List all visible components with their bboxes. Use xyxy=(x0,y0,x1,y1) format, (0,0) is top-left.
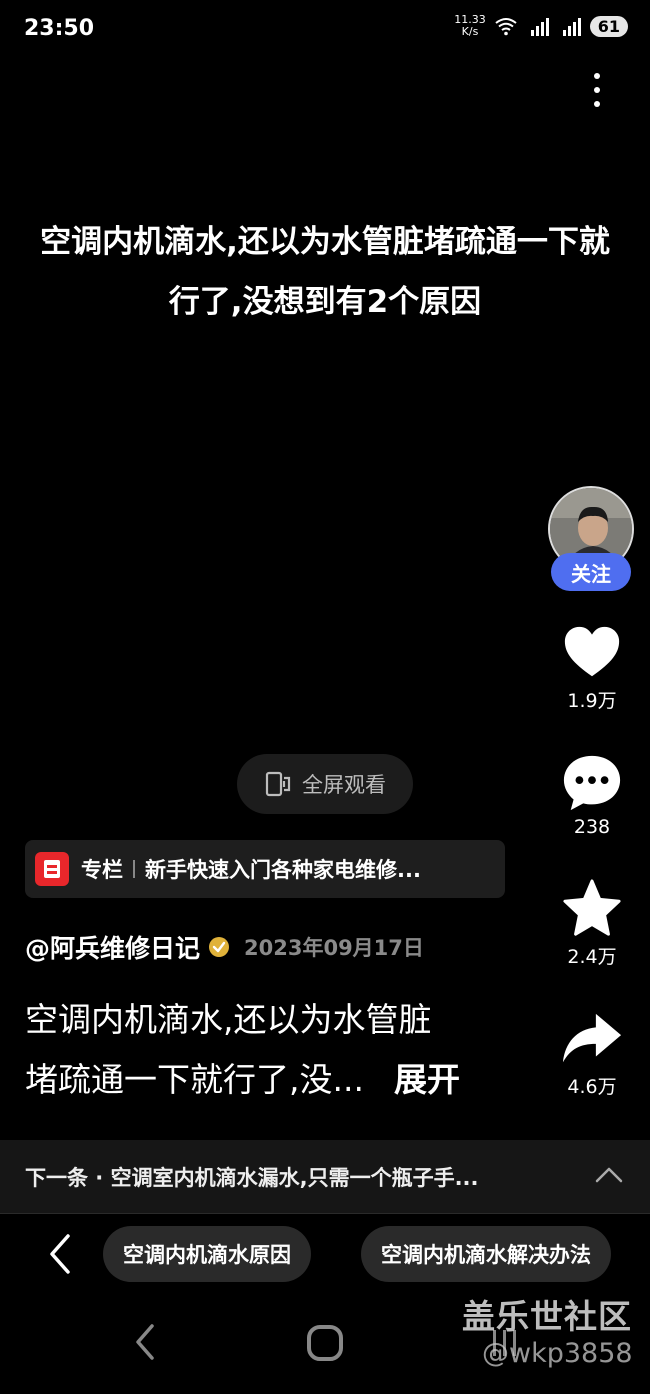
nav-back-icon[interactable] xyxy=(130,1322,160,1362)
next-video-text: 下一条 · 空调室内机滴水漏水,只需一个瓶子手... xyxy=(25,1165,479,1190)
watermark-title: 盖乐世社区 xyxy=(462,1297,632,1336)
favorite-button[interactable]: 2.4万 xyxy=(550,878,634,969)
nav-home-icon[interactable] xyxy=(307,1325,343,1361)
next-video-bar[interactable]: 下一条 · 空调室内机滴水漏水,只需一个瓶子手... xyxy=(0,1140,650,1214)
column-divider xyxy=(133,860,135,878)
battery-indicator: 61 xyxy=(589,15,628,37)
share-button[interactable]: 4.6万 xyxy=(550,1008,634,1099)
more-dot-icon xyxy=(594,87,600,93)
status-icons: 11.33 K/s 61 xyxy=(454,14,628,38)
chevron-up-icon[interactable] xyxy=(594,1164,624,1186)
more-dot-icon xyxy=(594,101,600,107)
status-time: 23:50 xyxy=(24,16,95,41)
author-row: @阿兵维修日记 2023年09月17日 xyxy=(25,927,424,967)
video-title: 空调内机滴水,还以为水管脏堵疏通一下就行了,没想到有2个原因 xyxy=(40,224,610,320)
video-description: 空调内机滴水,还以为水管脏 堵疏通一下就行了,没... 展开 xyxy=(25,990,545,1110)
signal-5g-icon xyxy=(562,18,581,36)
status-bar: 23:50 11.33 K/s 61 xyxy=(0,0,650,60)
more-options-button[interactable] xyxy=(580,68,614,112)
expand-button[interactable]: 展开 xyxy=(394,1050,460,1110)
description-line: 空调内机滴水,还以为水管脏 xyxy=(25,1000,432,1039)
favorite-count: 2.4万 xyxy=(567,946,617,968)
author-name[interactable]: @阿兵维修日记 xyxy=(25,929,200,965)
search-chip[interactable]: 空调内机滴水原因 xyxy=(103,1226,311,1282)
like-count: 1.9万 xyxy=(567,690,617,712)
comment-button[interactable]: 238 xyxy=(550,752,634,838)
search-chip[interactable]: 空调内机滴水解决办法 xyxy=(361,1226,611,1282)
fullscreen-icon xyxy=(265,771,291,797)
net-speed: 11.33 K/s xyxy=(454,13,486,38)
fullscreen-button[interactable]: 全屏观看 xyxy=(237,754,413,814)
column-book-icon xyxy=(35,852,69,886)
share-count: 4.6万 xyxy=(567,1076,617,1098)
back-arrow-icon[interactable] xyxy=(44,1232,78,1276)
fullscreen-label: 全屏观看 xyxy=(302,773,386,797)
column-label: 专栏 xyxy=(81,858,123,882)
more-dot-icon xyxy=(594,73,600,79)
verified-badge-icon xyxy=(209,937,230,957)
star-icon xyxy=(563,879,621,936)
column-title: 新手快速入门各种家电维修... xyxy=(145,858,421,882)
heart-icon xyxy=(564,626,620,677)
comment-icon xyxy=(563,755,621,811)
post-date: 2023年09月17日 xyxy=(244,936,424,960)
follow-button[interactable]: 关注 xyxy=(551,553,631,591)
signal-4g-icon xyxy=(530,18,549,36)
comment-count: 238 xyxy=(573,816,611,838)
share-arrow-icon xyxy=(562,1013,622,1063)
like-button[interactable]: 1.9万 xyxy=(550,622,634,713)
watermark-user: @wkp3858 xyxy=(482,1338,633,1369)
description-line-2: 堵疏通一下就行了,没... 展开 xyxy=(25,1050,545,1110)
wifi-icon xyxy=(495,18,517,36)
column-banner[interactable]: 专栏 新手快速入门各种家电维修... xyxy=(25,840,505,898)
description-line: 堵疏通一下就行了,没... xyxy=(25,1060,364,1099)
